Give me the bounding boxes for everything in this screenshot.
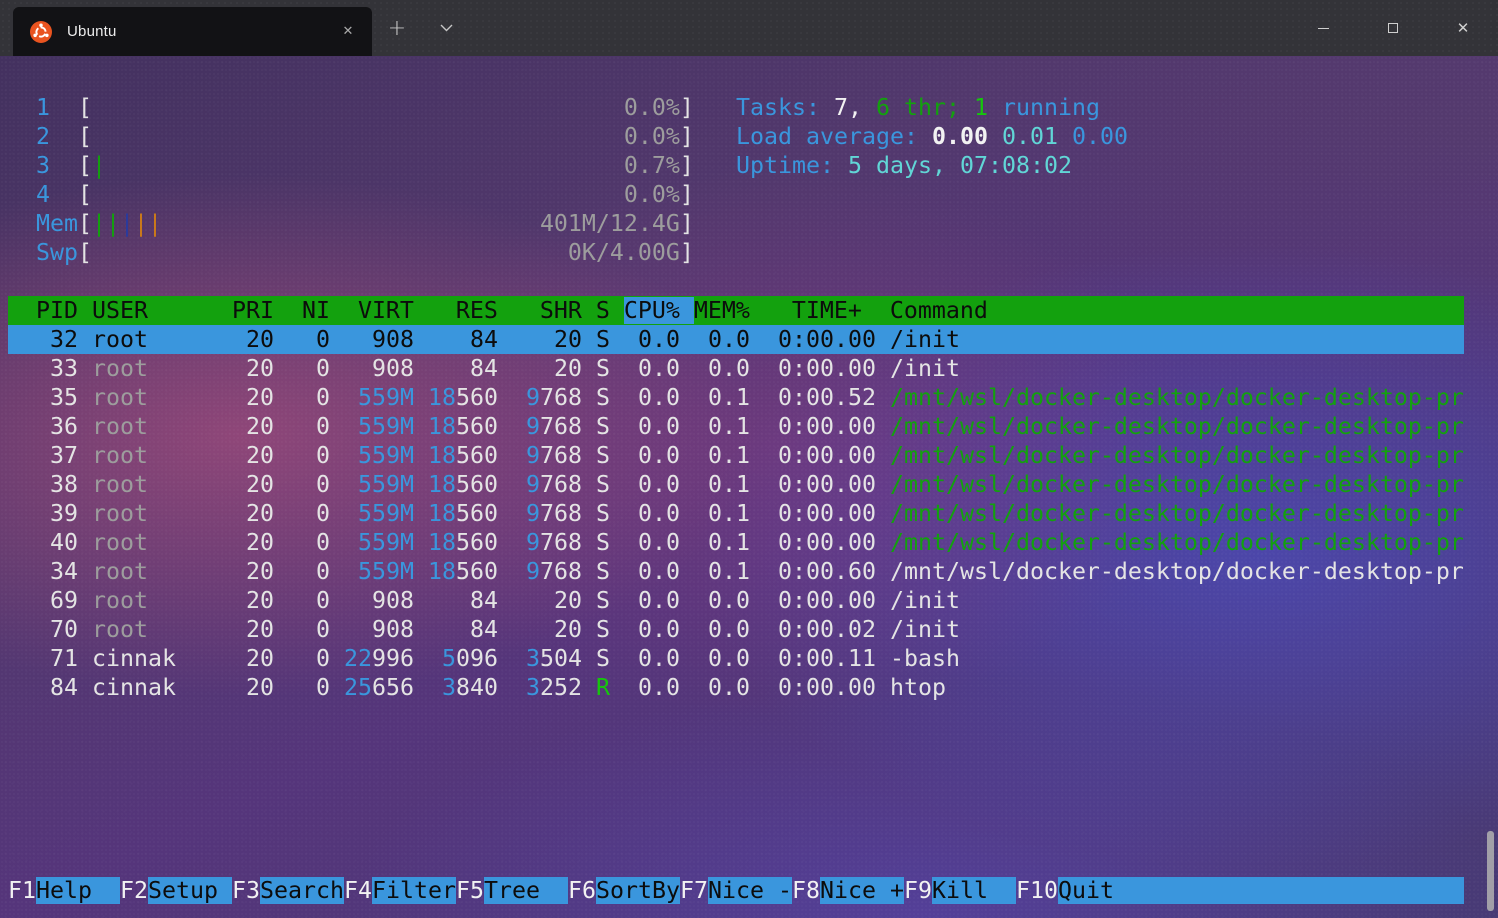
- fkey-F10-label[interactable]: Quit: [1058, 877, 1464, 904]
- close-button[interactable]: ✕: [1428, 0, 1498, 56]
- window-controls: ✕: [1288, 0, 1498, 56]
- process-row-69[interactable]: 69 root 20 0 908 84 20 S 0.0 0.0 0:00.00…: [8, 586, 960, 615]
- process-row-39[interactable]: 39 root 20 0 559M 18560 9768 S 0.0 0.1 0…: [8, 499, 1464, 528]
- cpu3-meter: 3 [| 0.7%]: [8, 151, 694, 180]
- tasks-summary: Tasks: 7, 6 thr; 1 running: [736, 93, 1100, 122]
- load-average: Load average: 0.00 0.01 0.00: [736, 122, 1128, 151]
- fkey-F10[interactable]: F10: [1016, 877, 1058, 904]
- cpu1-meter: 1 [ 0.0%]: [8, 93, 694, 122]
- cpu4-meter: 4 [ 0.0%]: [8, 180, 694, 209]
- title-bar[interactable]: Ubuntu ✕ + ✕: [0, 0, 1498, 56]
- fkey-F9[interactable]: F9: [904, 877, 932, 904]
- process-row-35[interactable]: 35 root 20 0 559M 18560 9768 S 0.0 0.1 0…: [8, 383, 1464, 412]
- fkey-F4[interactable]: F4: [344, 877, 372, 904]
- minimize-button[interactable]: [1288, 0, 1358, 56]
- process-row-36[interactable]: 36 root 20 0 559M 18560 9768 S 0.0 0.1 0…: [8, 412, 1464, 441]
- fkey-F7-label[interactable]: Nice -: [708, 877, 792, 904]
- ubuntu-logo-icon: [30, 21, 52, 43]
- fkey-F8[interactable]: F8: [792, 877, 820, 904]
- fkey-F9-label[interactable]: Kill: [932, 877, 1016, 904]
- htop-screen: 1 [ 0.0%] 2 [ 0.0%] 3 [| 0.7%] 4 [ 0.0%]…: [8, 93, 1464, 905]
- fkey-F8-label[interactable]: Nice +: [820, 877, 904, 904]
- fkey-F2-label[interactable]: Setup: [148, 877, 232, 904]
- minimize-icon: [1318, 28, 1329, 29]
- process-row-32[interactable]: 32 root 20 0 908 84 20 S 0.0 0.0 0:00.00…: [8, 325, 1464, 354]
- tab-title: Ubuntu: [67, 23, 336, 40]
- table-header[interactable]: PID USER PRI NI VIRT RES SHR S CPU% MEM%…: [8, 296, 1464, 325]
- cpu2-meter: 2 [ 0.0%]: [8, 122, 694, 151]
- maximize-button[interactable]: [1358, 0, 1428, 56]
- fkey-F4-label[interactable]: Filter: [372, 877, 456, 904]
- memory-meter: Mem[||||| 401M/12.4G]: [8, 209, 694, 238]
- process-row-38[interactable]: 38 root 20 0 559M 18560 9768 S 0.0 0.1 0…: [8, 470, 1464, 499]
- tab-dropdown-button[interactable]: [428, 11, 464, 45]
- scrollbar-thumb[interactable]: [1487, 831, 1494, 911]
- swap-meter: Swp[ 0K/4.00G]: [8, 238, 694, 267]
- sort-column-cpu[interactable]: CPU%: [624, 297, 694, 324]
- process-row-70[interactable]: 70 root 20 0 908 84 20 S 0.0 0.0 0:00.02…: [8, 615, 960, 644]
- fkey-F2[interactable]: F2: [120, 877, 148, 904]
- fkey-F1[interactable]: F1: [8, 877, 36, 904]
- process-row-37[interactable]: 37 root 20 0 559M 18560 9768 S 0.0 0.1 0…: [8, 441, 1464, 470]
- fkey-F7[interactable]: F7: [680, 877, 708, 904]
- process-row-34[interactable]: 34 root 20 0 559M 18560 9768 S 0.0 0.1 0…: [8, 557, 1464, 586]
- fkey-F5[interactable]: F5: [456, 877, 484, 904]
- process-row-40[interactable]: 40 root 20 0 559M 18560 9768 S 0.0 0.1 0…: [8, 528, 1464, 557]
- fkey-F3[interactable]: F3: [232, 877, 260, 904]
- fkey-F1-label[interactable]: Help: [36, 877, 120, 904]
- fkey-F3-label[interactable]: Search: [260, 877, 344, 904]
- fkey-F6[interactable]: F6: [568, 877, 596, 904]
- process-row-84[interactable]: 84 cinnak 20 0 25656 3840 3252 R 0.0 0.0…: [8, 673, 946, 702]
- fkey-F6-label[interactable]: SortBy: [596, 877, 680, 904]
- maximize-icon: [1388, 23, 1398, 33]
- tab-ubuntu[interactable]: Ubuntu ✕: [13, 7, 372, 56]
- new-tab-button[interactable]: +: [380, 11, 414, 45]
- process-row-71[interactable]: 71 cinnak 20 0 22996 5096 3504 S 0.0 0.0…: [8, 644, 960, 673]
- close-tab-icon[interactable]: ✕: [336, 20, 360, 44]
- process-row-33[interactable]: 33 root 20 0 908 84 20 S 0.0 0.0 0:00.00…: [8, 354, 960, 383]
- chevron-down-icon: [440, 24, 453, 32]
- terminal-window: Ubuntu ✕ + ✕ 1 [ 0.0%] 2 [ 0.0%]: [0, 0, 1498, 918]
- uptime: Uptime: 5 days, 07:08:02: [736, 151, 1072, 180]
- terminal-content[interactable]: 1 [ 0.0%] 2 [ 0.0%] 3 [| 0.7%] 4 [ 0.0%]…: [0, 56, 1498, 918]
- function-key-bar[interactable]: F1Help F2Setup F3SearchF4FilterF5Tree F6…: [8, 876, 1464, 905]
- fkey-F5-label[interactable]: Tree: [484, 877, 568, 904]
